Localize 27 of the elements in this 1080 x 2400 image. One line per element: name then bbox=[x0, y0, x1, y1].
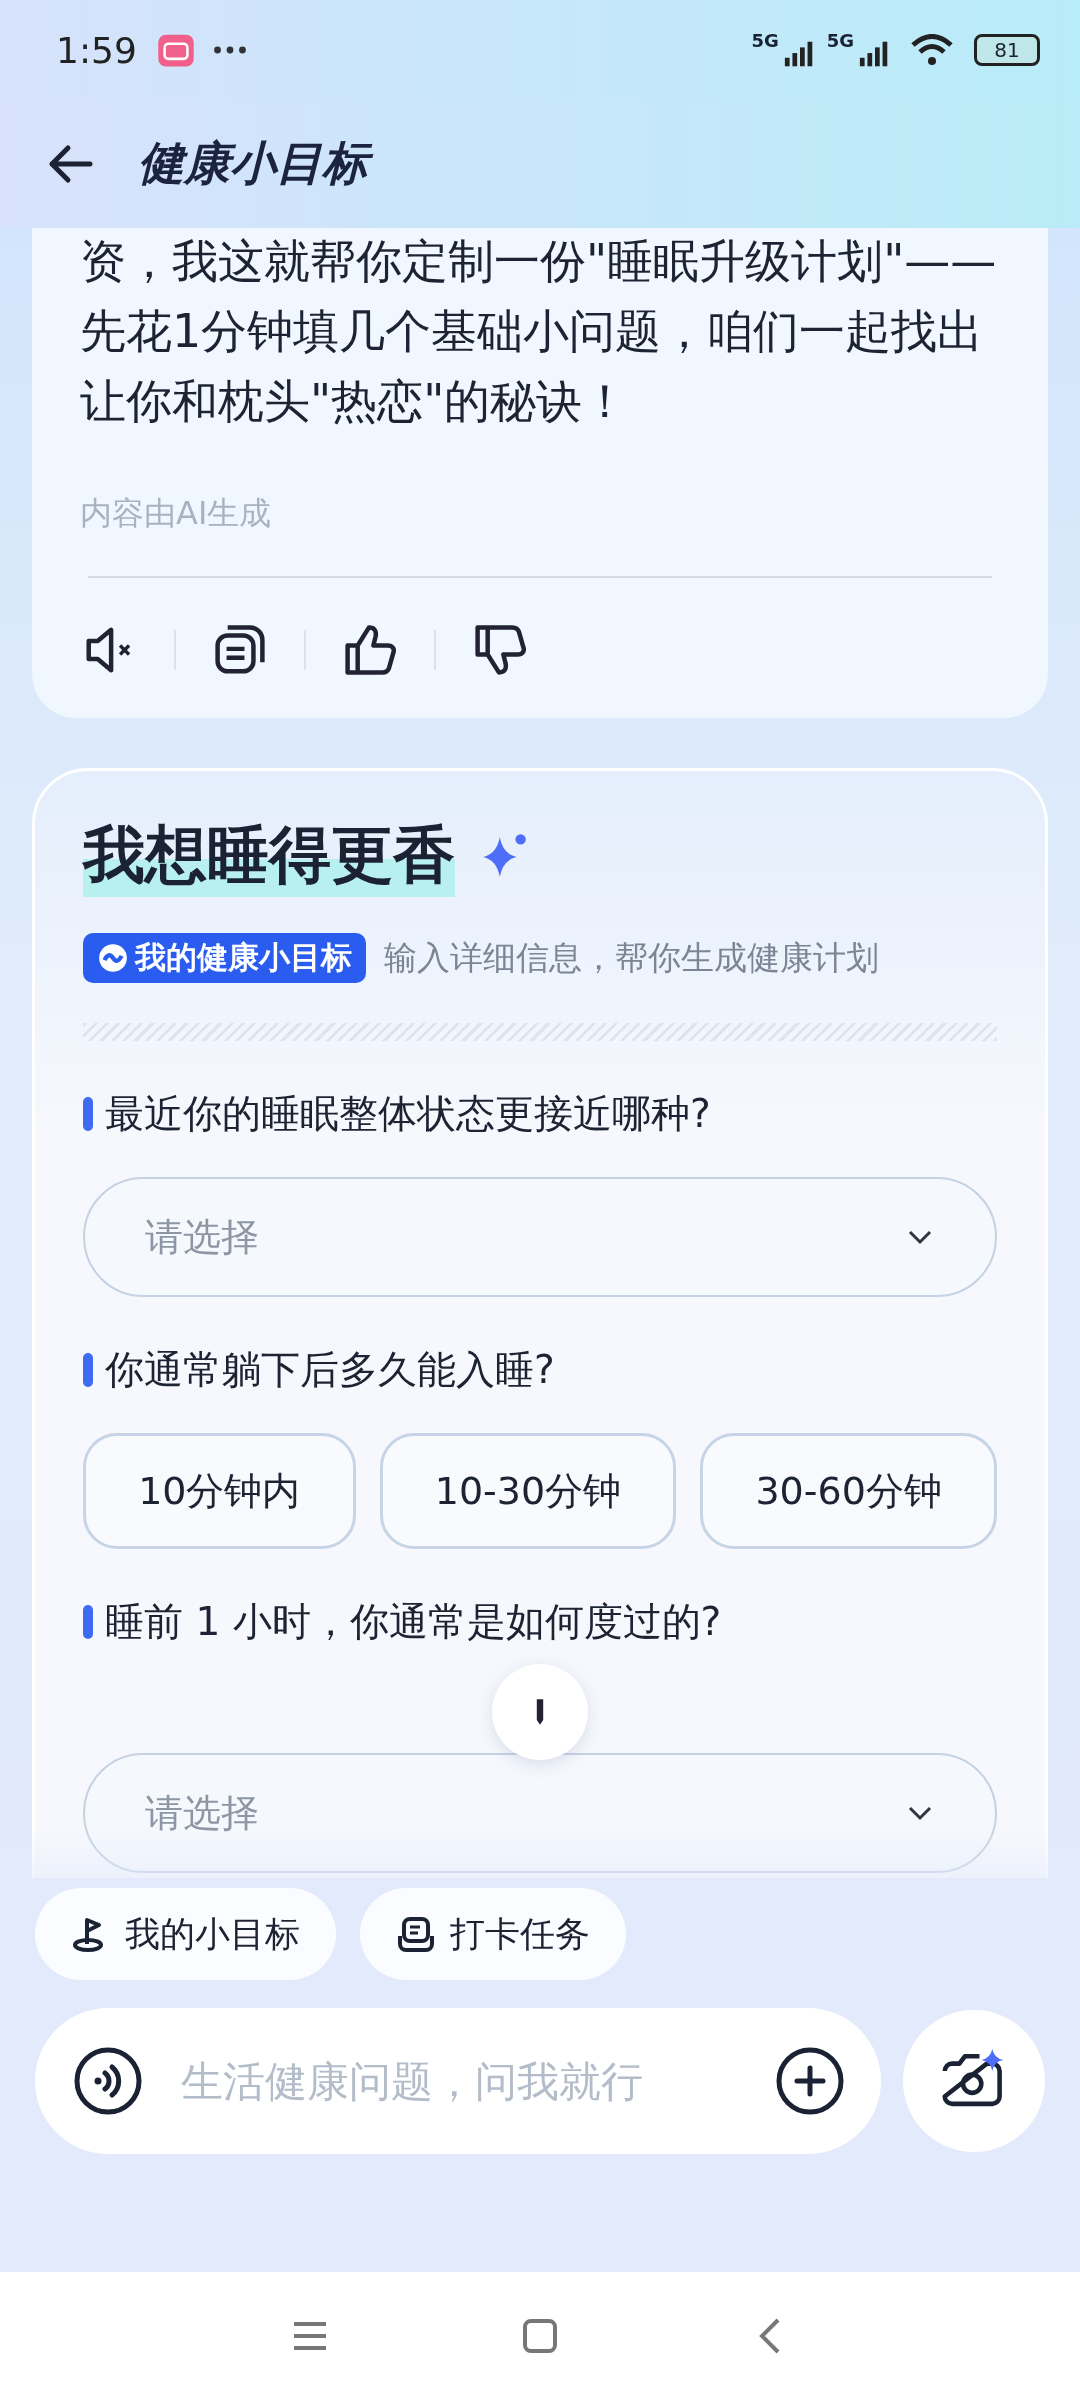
page-title: 健康小目标 bbox=[138, 130, 380, 198]
option-button[interactable]: 30-60分钟 bbox=[700, 1433, 997, 1549]
more-notifications-icon bbox=[212, 45, 247, 55]
message-text: 资，我这就帮你定制一份"睡眠升级计划"——先花1分钟填几个基础小问题，咱们一起找出让你和枕头"热恋"的秘诀！ bbox=[80, 233, 998, 430]
question-label: 睡前 1 小时，你通常是如何度过的? bbox=[105, 1598, 722, 1646]
status-time: 1:59 bbox=[56, 29, 137, 71]
option-button[interactable]: 10-30分钟 bbox=[379, 1433, 677, 1549]
question-marker bbox=[83, 1605, 93, 1639]
ai-notice: 内容由AI生成 bbox=[80, 493, 273, 534]
shortcut-chip[interactable]: 打卡任务 bbox=[360, 1888, 626, 1980]
battery-indicator: 81 bbox=[974, 34, 1040, 66]
question-label: 最近你的睡眠整体状态更接近哪种? bbox=[105, 1090, 711, 1138]
question-marker bbox=[83, 1097, 93, 1131]
home-icon[interactable] bbox=[520, 2316, 560, 2356]
question-label: 你通常躺下后多久能入睡? bbox=[105, 1346, 555, 1394]
inbox-icon bbox=[396, 1914, 436, 1954]
voice-icon[interactable] bbox=[73, 2046, 143, 2116]
wifi-icon bbox=[910, 34, 954, 66]
network-label: 5G bbox=[826, 30, 854, 51]
network-label: 5G bbox=[751, 30, 779, 51]
question-marker bbox=[83, 1353, 93, 1387]
add-icon[interactable] bbox=[775, 2046, 846, 2116]
shortcut-chip[interactable]: 我的小目标 bbox=[35, 1888, 336, 1980]
form-subtitle: 输入详细信息，帮你生成健康计划 bbox=[384, 936, 879, 979]
chat-input-field[interactable]: 生活健康问题，问我就行 bbox=[179, 2055, 740, 2107]
goal-badge: 我的健康小目标 bbox=[83, 933, 366, 983]
option-button[interactable]: 10分钟内 bbox=[83, 1433, 356, 1549]
